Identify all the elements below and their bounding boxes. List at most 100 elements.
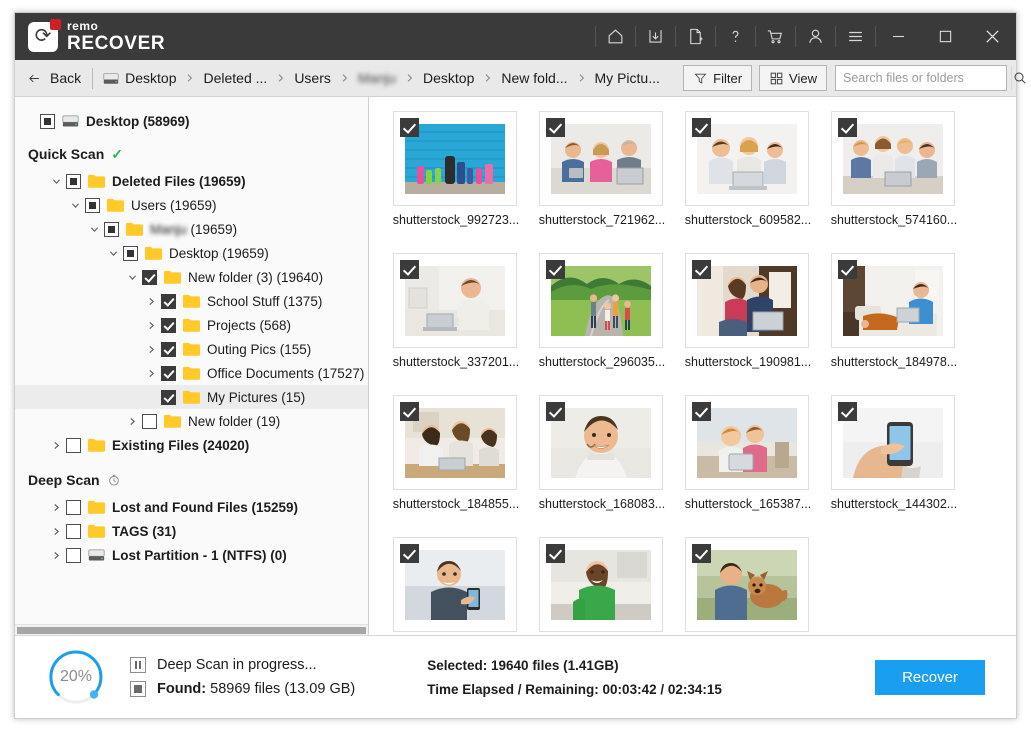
file-tile[interactable]: shutterstock_992723... [383, 111, 529, 227]
chevron-right-icon[interactable] [141, 368, 161, 379]
file-thumbnail-box[interactable] [539, 111, 663, 206]
cart-icon[interactable] [755, 13, 795, 60]
file-tile[interactable]: shutterstock_337201... [383, 253, 529, 369]
file-tile[interactable]: shutterstock_109575... [675, 537, 821, 635]
tree-checkbox-partial[interactable] [85, 197, 100, 213]
tree-item[interactable]: Desktop (19659) [15, 241, 368, 265]
file-thumbnail-box[interactable] [831, 253, 955, 348]
breadcrumb-item-0[interactable]: Desktop [103, 70, 176, 86]
file-tile[interactable]: shutterstock_168083... [529, 395, 675, 511]
chevron-right-icon[interactable] [122, 416, 142, 427]
file-thumbnail-box[interactable] [393, 111, 517, 206]
tree-checkbox-unchecked[interactable] [66, 547, 81, 563]
file-checkbox-checked[interactable] [838, 260, 857, 279]
file-thumbnail-box[interactable] [393, 253, 517, 348]
tree-checkbox-checked[interactable] [161, 341, 176, 357]
file-checkbox-checked[interactable] [400, 544, 419, 563]
view-button[interactable]: View [759, 65, 827, 91]
chevron-right-icon[interactable] [46, 440, 66, 451]
breadcrumb-item-4[interactable]: Desktop [423, 70, 474, 86]
file-tile[interactable]: shutterstock_184855... [383, 395, 529, 511]
file-thumbnail-box[interactable] [539, 253, 663, 348]
file-tile[interactable]: shutterstock_574160... [821, 111, 967, 227]
file-tile[interactable]: shutterstock_190981... [675, 253, 821, 369]
tree-item[interactable]: Lost Partition - 1 (NTFS) (0) [15, 543, 368, 567]
file-checkbox-checked[interactable] [692, 260, 711, 279]
chevron-right-icon[interactable] [141, 320, 161, 331]
file-checkbox-checked[interactable] [400, 260, 419, 279]
file-thumbnail-box[interactable] [831, 395, 955, 490]
file-checkbox-checked[interactable] [692, 544, 711, 563]
file-thumbnail-box[interactable] [393, 395, 517, 490]
chevron-right-icon[interactable] [141, 296, 161, 307]
tree-item[interactable]: School Stuff (1375) [15, 289, 368, 313]
minimize-icon[interactable] [875, 13, 922, 60]
back-button[interactable]: Back [26, 70, 92, 86]
tree-checkbox-partial[interactable] [66, 173, 81, 189]
file-checkbox-checked[interactable] [692, 402, 711, 421]
help-icon[interactable] [715, 13, 755, 60]
file-checkbox-checked[interactable] [546, 402, 565, 421]
tree-item[interactable]: Outing Pics (155) [15, 337, 368, 361]
search-box[interactable] [835, 65, 1026, 91]
tree-checkbox-checked[interactable] [161, 365, 176, 381]
tree-checkbox-checked[interactable] [161, 293, 176, 309]
file-tile[interactable]: shutterstock_296035... [529, 253, 675, 369]
chevron-down-icon[interactable] [122, 272, 142, 283]
tree-item[interactable]: Deleted Files (19659) [15, 169, 368, 193]
breadcrumb-item-1[interactable]: Deleted ... [203, 70, 267, 86]
search-icon[interactable] [1011, 66, 1028, 90]
file-tile[interactable]: shutterstock_165387... [675, 395, 821, 511]
tree-item[interactable]: Projects (568) [15, 313, 368, 337]
file-tile[interactable]: shutterstock_721962... [529, 111, 675, 227]
download-icon[interactable] [635, 13, 675, 60]
file-checkbox-checked[interactable] [546, 118, 565, 137]
tree-item[interactable]: Existing Files (24020) [15, 433, 368, 457]
tree-checkbox-partial[interactable] [104, 221, 119, 237]
tree-checkbox-unchecked[interactable] [66, 523, 81, 539]
file-tile[interactable]: shutterstock_116229... [529, 537, 675, 635]
file-checkbox-checked[interactable] [400, 402, 419, 421]
chevron-down-icon[interactable] [46, 176, 66, 187]
file-thumbnail-box[interactable] [685, 395, 809, 490]
tree-item[interactable]: New folder (19) [15, 409, 368, 433]
new-file-icon[interactable] [675, 13, 715, 60]
chevron-down-icon[interactable] [103, 248, 123, 259]
tree-item[interactable]: Users (19659) [15, 193, 368, 217]
tree-horizontal-scrollbar[interactable] [15, 624, 368, 635]
file-tile[interactable]: shutterstock_609582... [675, 111, 821, 227]
chevron-right-icon[interactable] [141, 344, 161, 355]
file-checkbox-checked[interactable] [546, 544, 565, 563]
close-icon[interactable] [969, 13, 1016, 60]
file-checkbox-checked[interactable] [838, 118, 857, 137]
tree-checkbox-unchecked[interactable] [66, 499, 81, 515]
tree-checkbox-unchecked[interactable] [66, 437, 81, 453]
breadcrumb-item-6[interactable]: My Pictu... [595, 70, 660, 86]
file-checkbox-checked[interactable] [838, 402, 857, 421]
tree-checkbox-checked[interactable] [142, 269, 157, 285]
file-thumbnail-box[interactable] [393, 537, 517, 632]
file-tile[interactable]: shutterstock_184978... [821, 253, 967, 369]
tree-item[interactable]: Lost and Found Files (15259) [15, 495, 368, 519]
recover-button[interactable]: Recover [875, 659, 985, 695]
file-thumbnail-box[interactable] [831, 111, 955, 206]
search-input[interactable] [836, 66, 1011, 90]
pause-icon[interactable] [130, 657, 146, 673]
tree-item[interactable]: Manju (19659) [15, 217, 368, 241]
tree-checkbox-checked[interactable] [161, 389, 176, 405]
file-checkbox-checked[interactable] [692, 118, 711, 137]
chevron-right-icon[interactable] [46, 550, 66, 561]
file-checkbox-checked[interactable] [400, 118, 419, 137]
chevron-right-icon[interactable] [46, 502, 66, 513]
user-icon[interactable] [795, 13, 835, 60]
tree-checkbox-partial[interactable] [123, 245, 138, 261]
breadcrumb-item-5[interactable]: New fold... [501, 70, 567, 86]
menu-icon[interactable] [835, 13, 875, 60]
chevron-down-icon[interactable] [84, 224, 104, 235]
scrollbar-thumb[interactable] [17, 626, 366, 634]
chevron-down-icon[interactable] [65, 200, 85, 211]
file-tile[interactable]: shutterstock_129574... [383, 537, 529, 635]
tree-checkbox-checked[interactable] [161, 317, 176, 333]
filter-button[interactable]: Filter [683, 65, 753, 91]
file-thumbnail-box[interactable] [539, 537, 663, 632]
